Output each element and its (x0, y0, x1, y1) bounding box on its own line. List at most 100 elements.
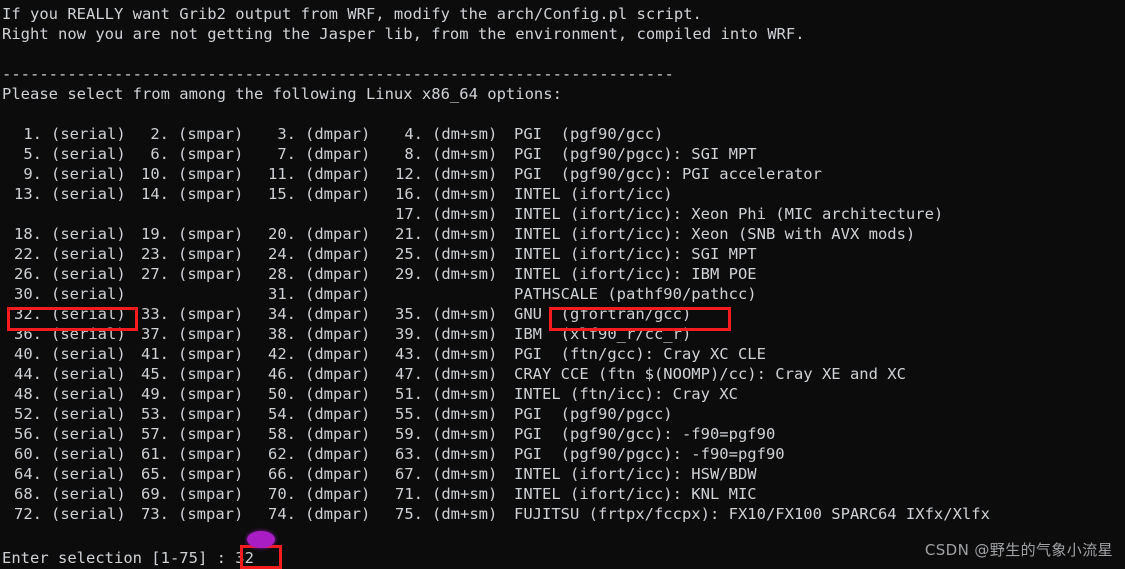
option-parallel-mode[interactable]: (smpar) (169, 444, 256, 464)
option-number[interactable]: 22. (2, 244, 42, 264)
option-parallel-mode[interactable]: (dmpar) (296, 384, 383, 404)
option-number[interactable]: 15. (256, 184, 296, 204)
option-parallel-mode[interactable]: (dmpar) (296, 304, 383, 324)
option-number[interactable]: 55. (383, 404, 423, 424)
option-number[interactable]: 4. (383, 124, 423, 144)
option-number[interactable]: 42. (256, 344, 296, 364)
option-parallel-mode[interactable]: (dmpar) (296, 244, 383, 264)
option-number[interactable]: 38. (256, 324, 296, 344)
option-parallel-mode[interactable]: (smpar) (169, 224, 256, 244)
option-parallel-mode[interactable]: (serial) (42, 164, 129, 184)
option-number[interactable]: 66. (256, 464, 296, 484)
option-number[interactable]: 39. (383, 324, 423, 344)
option-number[interactable]: 70. (256, 484, 296, 504)
option-number[interactable]: 28. (256, 264, 296, 284)
option-parallel-mode[interactable]: (serial) (42, 144, 129, 164)
option-parallel-mode[interactable]: (dm+sm) (423, 184, 510, 204)
option-parallel-mode[interactable]: (smpar) (169, 344, 256, 364)
option-parallel-mode[interactable]: (serial) (42, 324, 129, 344)
option-parallel-mode[interactable]: (dm+sm) (423, 224, 510, 244)
option-number[interactable]: 26. (2, 264, 42, 284)
option-parallel-mode[interactable]: (smpar) (169, 304, 256, 324)
option-number[interactable]: 10. (129, 164, 169, 184)
option-parallel-mode[interactable]: (serial) (42, 284, 129, 304)
option-parallel-mode[interactable]: (dmpar) (296, 464, 383, 484)
option-parallel-mode[interactable]: (dmpar) (296, 144, 383, 164)
selection-input-value[interactable]: 32 (235, 549, 254, 567)
option-parallel-mode[interactable]: (dm+sm) (423, 364, 510, 384)
option-number[interactable]: 57. (129, 424, 169, 444)
option-parallel-mode[interactable]: (smpar) (169, 324, 256, 344)
option-parallel-mode[interactable]: (smpar) (169, 384, 256, 404)
option-number[interactable]: 5. (2, 144, 42, 164)
option-number[interactable]: 6. (129, 144, 169, 164)
option-parallel-mode[interactable]: (dmpar) (296, 284, 383, 304)
option-parallel-mode[interactable]: (smpar) (169, 144, 256, 164)
option-number[interactable]: 71. (383, 484, 423, 504)
option-parallel-mode[interactable]: (serial) (42, 344, 129, 364)
option-number[interactable]: 27. (129, 264, 169, 284)
option-number[interactable]: 59. (383, 424, 423, 444)
option-parallel-mode[interactable]: (smpar) (169, 504, 256, 524)
option-parallel-mode[interactable]: (dmpar) (296, 124, 383, 144)
option-parallel-mode[interactable]: (smpar) (169, 484, 256, 504)
option-number[interactable]: 69. (129, 484, 169, 504)
option-number[interactable]: 33. (129, 304, 169, 324)
option-number[interactable]: 11. (256, 164, 296, 184)
option-number[interactable]: 8. (383, 144, 423, 164)
option-number[interactable]: 16. (383, 184, 423, 204)
option-parallel-mode[interactable]: (dm+sm) (423, 144, 510, 164)
option-parallel-mode[interactable]: (serial) (42, 404, 129, 424)
option-parallel-mode[interactable]: (serial) (42, 124, 129, 144)
option-number[interactable]: 43. (383, 344, 423, 364)
option-number[interactable]: 30. (2, 284, 42, 304)
option-number[interactable]: 52. (2, 404, 42, 424)
option-parallel-mode[interactable]: (serial) (42, 264, 129, 284)
option-number[interactable]: 41. (129, 344, 169, 364)
option-number[interactable]: 36. (2, 324, 42, 344)
option-number[interactable]: 9. (2, 164, 42, 184)
option-number[interactable]: 7. (256, 144, 296, 164)
option-parallel-mode[interactable]: (serial) (42, 224, 129, 244)
option-number[interactable]: 68. (2, 484, 42, 504)
option-number[interactable]: 23. (129, 244, 169, 264)
option-number[interactable]: 21. (383, 224, 423, 244)
option-number[interactable]: 54. (256, 404, 296, 424)
option-parallel-mode[interactable]: (dm+sm) (423, 304, 510, 324)
option-parallel-mode[interactable]: (dmpar) (296, 364, 383, 384)
option-parallel-mode[interactable]: (smpar) (169, 264, 256, 284)
option-parallel-mode[interactable]: (dmpar) (296, 324, 383, 344)
option-number[interactable]: 17. (383, 204, 423, 224)
option-number[interactable]: 58. (256, 424, 296, 444)
option-number[interactable]: 2. (129, 124, 169, 144)
option-number[interactable]: 72. (2, 504, 42, 524)
option-parallel-mode[interactable]: (dmpar) (296, 424, 383, 444)
option-number[interactable]: 67. (383, 464, 423, 484)
option-number[interactable]: 32. (2, 304, 42, 324)
option-parallel-mode[interactable]: (dmpar) (296, 504, 383, 524)
option-number[interactable]: 56. (2, 424, 42, 444)
option-number[interactable]: 20. (256, 224, 296, 244)
option-parallel-mode[interactable]: (smpar) (169, 184, 256, 204)
option-parallel-mode[interactable]: (smpar) (169, 404, 256, 424)
option-parallel-mode[interactable]: (dmpar) (296, 264, 383, 284)
option-parallel-mode[interactable]: (serial) (42, 444, 129, 464)
option-number[interactable]: 50. (256, 384, 296, 404)
option-number[interactable]: 1. (2, 124, 42, 144)
option-number[interactable]: 14. (129, 184, 169, 204)
option-parallel-mode[interactable]: (dm+sm) (423, 124, 510, 144)
option-number[interactable]: 74. (256, 504, 296, 524)
option-number[interactable]: 65. (129, 464, 169, 484)
option-parallel-mode[interactable]: (dmpar) (296, 344, 383, 364)
option-parallel-mode[interactable]: (smpar) (169, 464, 256, 484)
option-number[interactable]: 12. (383, 164, 423, 184)
option-parallel-mode[interactable]: (dmpar) (296, 224, 383, 244)
option-number[interactable]: 53. (129, 404, 169, 424)
option-parallel-mode[interactable]: (dm+sm) (423, 324, 510, 344)
option-parallel-mode[interactable]: (dm+sm) (423, 444, 510, 464)
option-number[interactable]: 46. (256, 364, 296, 384)
option-parallel-mode[interactable]: (dm+sm) (423, 204, 510, 224)
option-number[interactable]: 18. (2, 224, 42, 244)
option-number[interactable]: 37. (129, 324, 169, 344)
option-number[interactable]: 44. (2, 364, 42, 384)
